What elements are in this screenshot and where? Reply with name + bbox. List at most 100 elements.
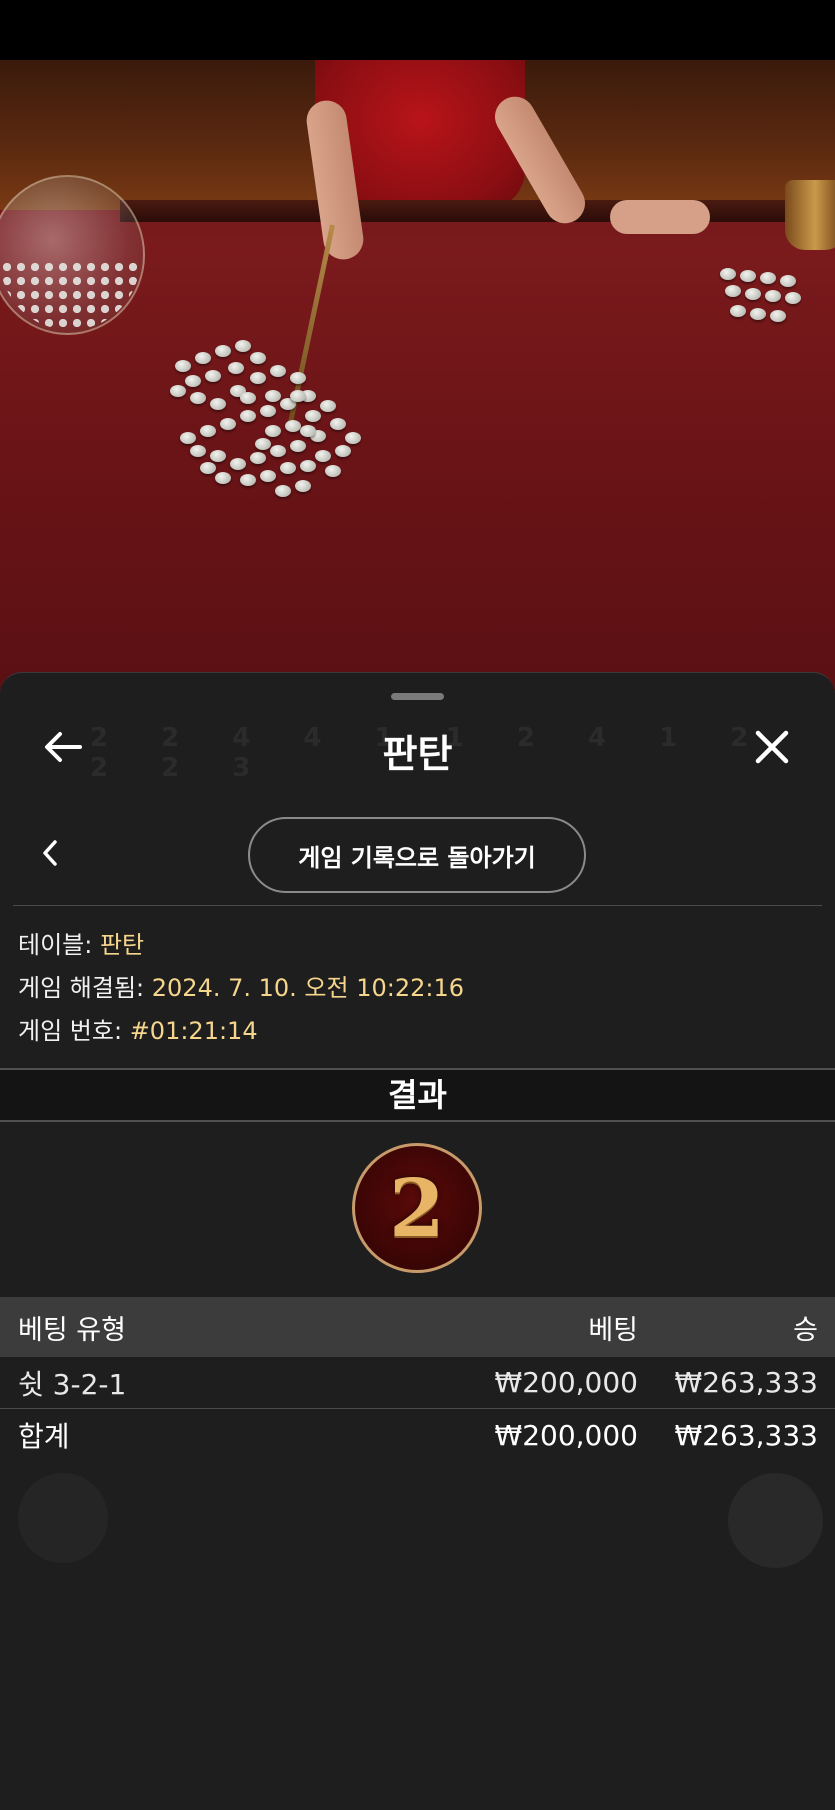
dealer-hand [610, 200, 710, 234]
resolved-value: 2024. 7. 10. 오전 10:22:16 [151, 974, 465, 1002]
column-bet-type: 베팅 유형 [18, 1314, 126, 1346]
bead [770, 310, 786, 322]
bead [210, 450, 226, 462]
row-bet-amount: ₩200,000 [494, 1366, 638, 1399]
drag-handle[interactable] [391, 693, 444, 700]
table-info-row: 테이블: 판탄 [18, 925, 818, 968]
bet-table-header: 베팅 유형 베팅 승 [0, 1297, 835, 1357]
bead [290, 440, 306, 452]
game-number-label: 게임 번호: [18, 1017, 123, 1045]
bead [300, 425, 316, 437]
back-to-history-button[interactable]: 게임 기록으로 돌아가기 [248, 817, 586, 893]
bead [260, 405, 276, 417]
bead [765, 290, 781, 302]
bead [190, 392, 206, 404]
bead [250, 452, 266, 464]
bead [730, 305, 746, 317]
resolved-info-row: 게임 해결됨: 2024. 7. 10. 오전 10:22:16 [18, 968, 818, 1011]
total-bet-amount: ₩200,000 [494, 1418, 638, 1452]
bead [720, 268, 736, 280]
game-info: 테이블: 판탄 게임 해결됨: 2024. 7. 10. 오전 10:22:16… [18, 925, 818, 1054]
status-bar [0, 0, 835, 60]
bead [180, 432, 196, 444]
resolved-label: 게임 해결됨: [18, 974, 145, 1002]
background-grid-button [18, 1473, 108, 1563]
close-button[interactable] [742, 717, 802, 777]
table-label: 테이블: [18, 931, 93, 959]
bead [325, 465, 341, 477]
column-bet: 베팅 [588, 1314, 638, 1346]
background-menu-button [728, 1473, 823, 1568]
sheet-title: 판탄 [382, 732, 453, 776]
bead [330, 418, 346, 430]
bead [305, 410, 321, 422]
bead [210, 398, 226, 410]
column-win: 승 [793, 1314, 818, 1346]
bead [228, 362, 244, 374]
bead [250, 372, 266, 384]
total-win-amount: ₩263,333 [674, 1418, 818, 1452]
bead [265, 425, 281, 437]
bead [240, 392, 256, 404]
chevron-left-icon [43, 840, 57, 866]
bead [260, 470, 276, 482]
previous-round-button[interactable] [20, 823, 80, 883]
bead [240, 410, 256, 422]
bead [270, 365, 286, 377]
bead [750, 308, 766, 320]
bead [290, 372, 306, 384]
bead [240, 474, 256, 486]
game-number-row: 게임 번호: #01:21:14 [18, 1011, 818, 1054]
bead [265, 390, 281, 402]
bead [200, 425, 216, 437]
bead [745, 288, 761, 300]
bead [270, 445, 286, 457]
result-heading: 결과 [0, 1068, 835, 1122]
bead [220, 418, 236, 430]
game-number-value: #01:21:14 [129, 1017, 258, 1045]
bead [235, 340, 251, 352]
bet-table: 베팅 유형 베팅 승 쉿 3-2-1 ₩200,000 ₩263,333 합계 … [0, 1297, 835, 1461]
bead [285, 420, 301, 432]
bead [760, 272, 776, 284]
bead [170, 385, 186, 397]
total-label: 합계 [18, 1420, 70, 1453]
brass-cup [785, 180, 835, 250]
bead [215, 345, 231, 357]
bead [255, 438, 271, 450]
table-value: 판탄 [99, 931, 145, 959]
row-win-amount: ₩263,333 [674, 1366, 818, 1399]
bead [230, 458, 246, 470]
game-history-sheet: 2 2 4 4 1 1 2 4 1 2 2 2 3 판탄 게임 기록으로 돌아가… [0, 672, 835, 1810]
bead [175, 360, 191, 372]
row-bet-type: 쉿 3-2-1 [18, 1367, 127, 1401]
bead [195, 352, 211, 364]
bead [320, 400, 336, 412]
table-row: 쉿 3-2-1 ₩200,000 ₩263,333 [0, 1357, 835, 1409]
bead [345, 432, 361, 444]
table-rail [120, 200, 835, 222]
total-row: 합계 ₩200,000 ₩263,333 [0, 1409, 835, 1461]
bead [740, 270, 756, 282]
bead [290, 390, 306, 402]
sheet-header: 판탄 [0, 703, 835, 793]
result-badge: 2 [352, 1143, 482, 1273]
divider [13, 905, 822, 906]
bead [295, 480, 311, 492]
bead [280, 462, 296, 474]
bead [205, 370, 221, 382]
bead [315, 450, 331, 462]
bead [335, 445, 351, 457]
close-icon [755, 730, 789, 764]
bead [250, 352, 266, 364]
bead [725, 285, 741, 297]
result-number: 2 [389, 1161, 445, 1255]
bead [200, 462, 216, 474]
bead [300, 460, 316, 472]
bead [785, 292, 801, 304]
bead [780, 275, 796, 287]
bead [215, 472, 231, 484]
history-navigation: 게임 기록으로 돌아가기 [0, 813, 835, 893]
live-video-feed [0, 60, 835, 700]
bead [190, 445, 206, 457]
